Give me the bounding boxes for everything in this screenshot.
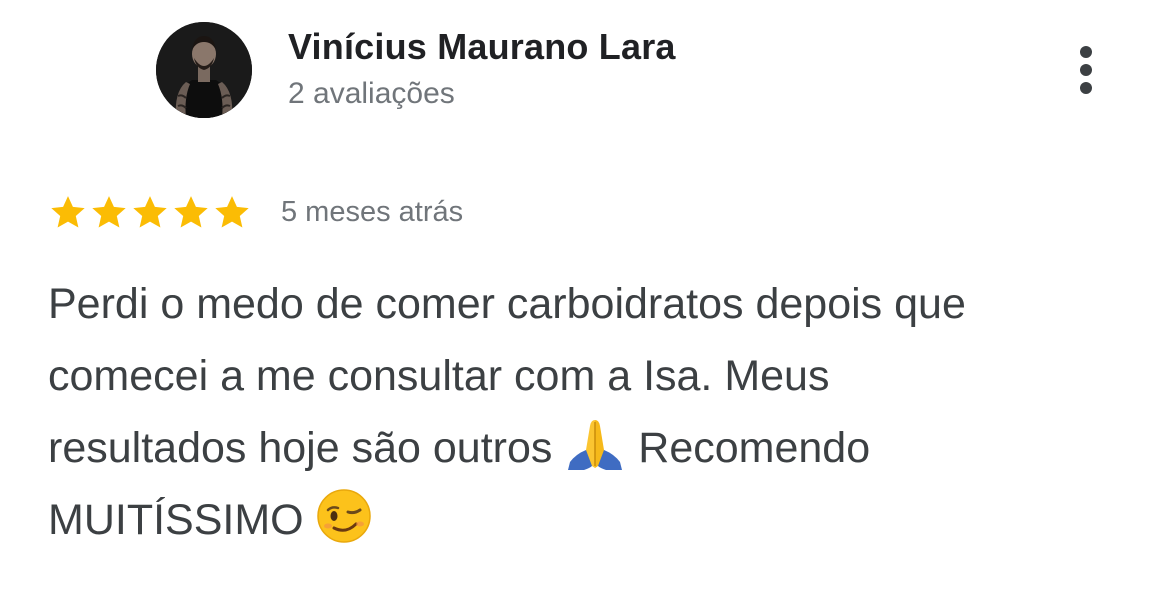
review-text-line: MUITÍSSIMO bbox=[48, 484, 1138, 556]
review-text-line: resultados hoje são outros Recomendo bbox=[48, 412, 1138, 484]
review-text-segment: MUITÍSSIMO bbox=[48, 496, 304, 544]
avatar[interactable] bbox=[156, 22, 252, 118]
more-options-button[interactable] bbox=[1062, 38, 1110, 102]
rating-row: 5 meses atrás bbox=[48, 190, 463, 234]
star-icon bbox=[133, 196, 167, 228]
review-text-line: Perdi o medo de comer carboidratos depoi… bbox=[48, 280, 966, 328]
star-icon bbox=[174, 196, 208, 228]
review-text-segment: Recomendo bbox=[638, 424, 871, 472]
review-date: 5 meses atrás bbox=[281, 195, 464, 228]
star-icon bbox=[92, 196, 126, 228]
review-text-segment: resultados hoje são outros bbox=[48, 424, 553, 472]
review-card: Vinícius Maurano Lara 2 avaliações 5 mes… bbox=[0, 0, 1170, 591]
star-icon bbox=[215, 196, 249, 228]
star-rating bbox=[48, 192, 253, 232]
author-review-count: 2 avaliações bbox=[288, 77, 455, 110]
folded-hands-emoji bbox=[568, 420, 623, 470]
review-text: Perdi o medo de comer carboidratos depoi… bbox=[48, 268, 1138, 556]
author-name[interactable]: Vinícius Maurano Lara bbox=[288, 26, 676, 68]
star-icon bbox=[51, 196, 85, 228]
winking-face-emoji bbox=[316, 489, 371, 543]
profile-photo bbox=[156, 22, 252, 118]
review-text-line: comecei a me consultar com a Isa. Meus bbox=[48, 352, 830, 400]
